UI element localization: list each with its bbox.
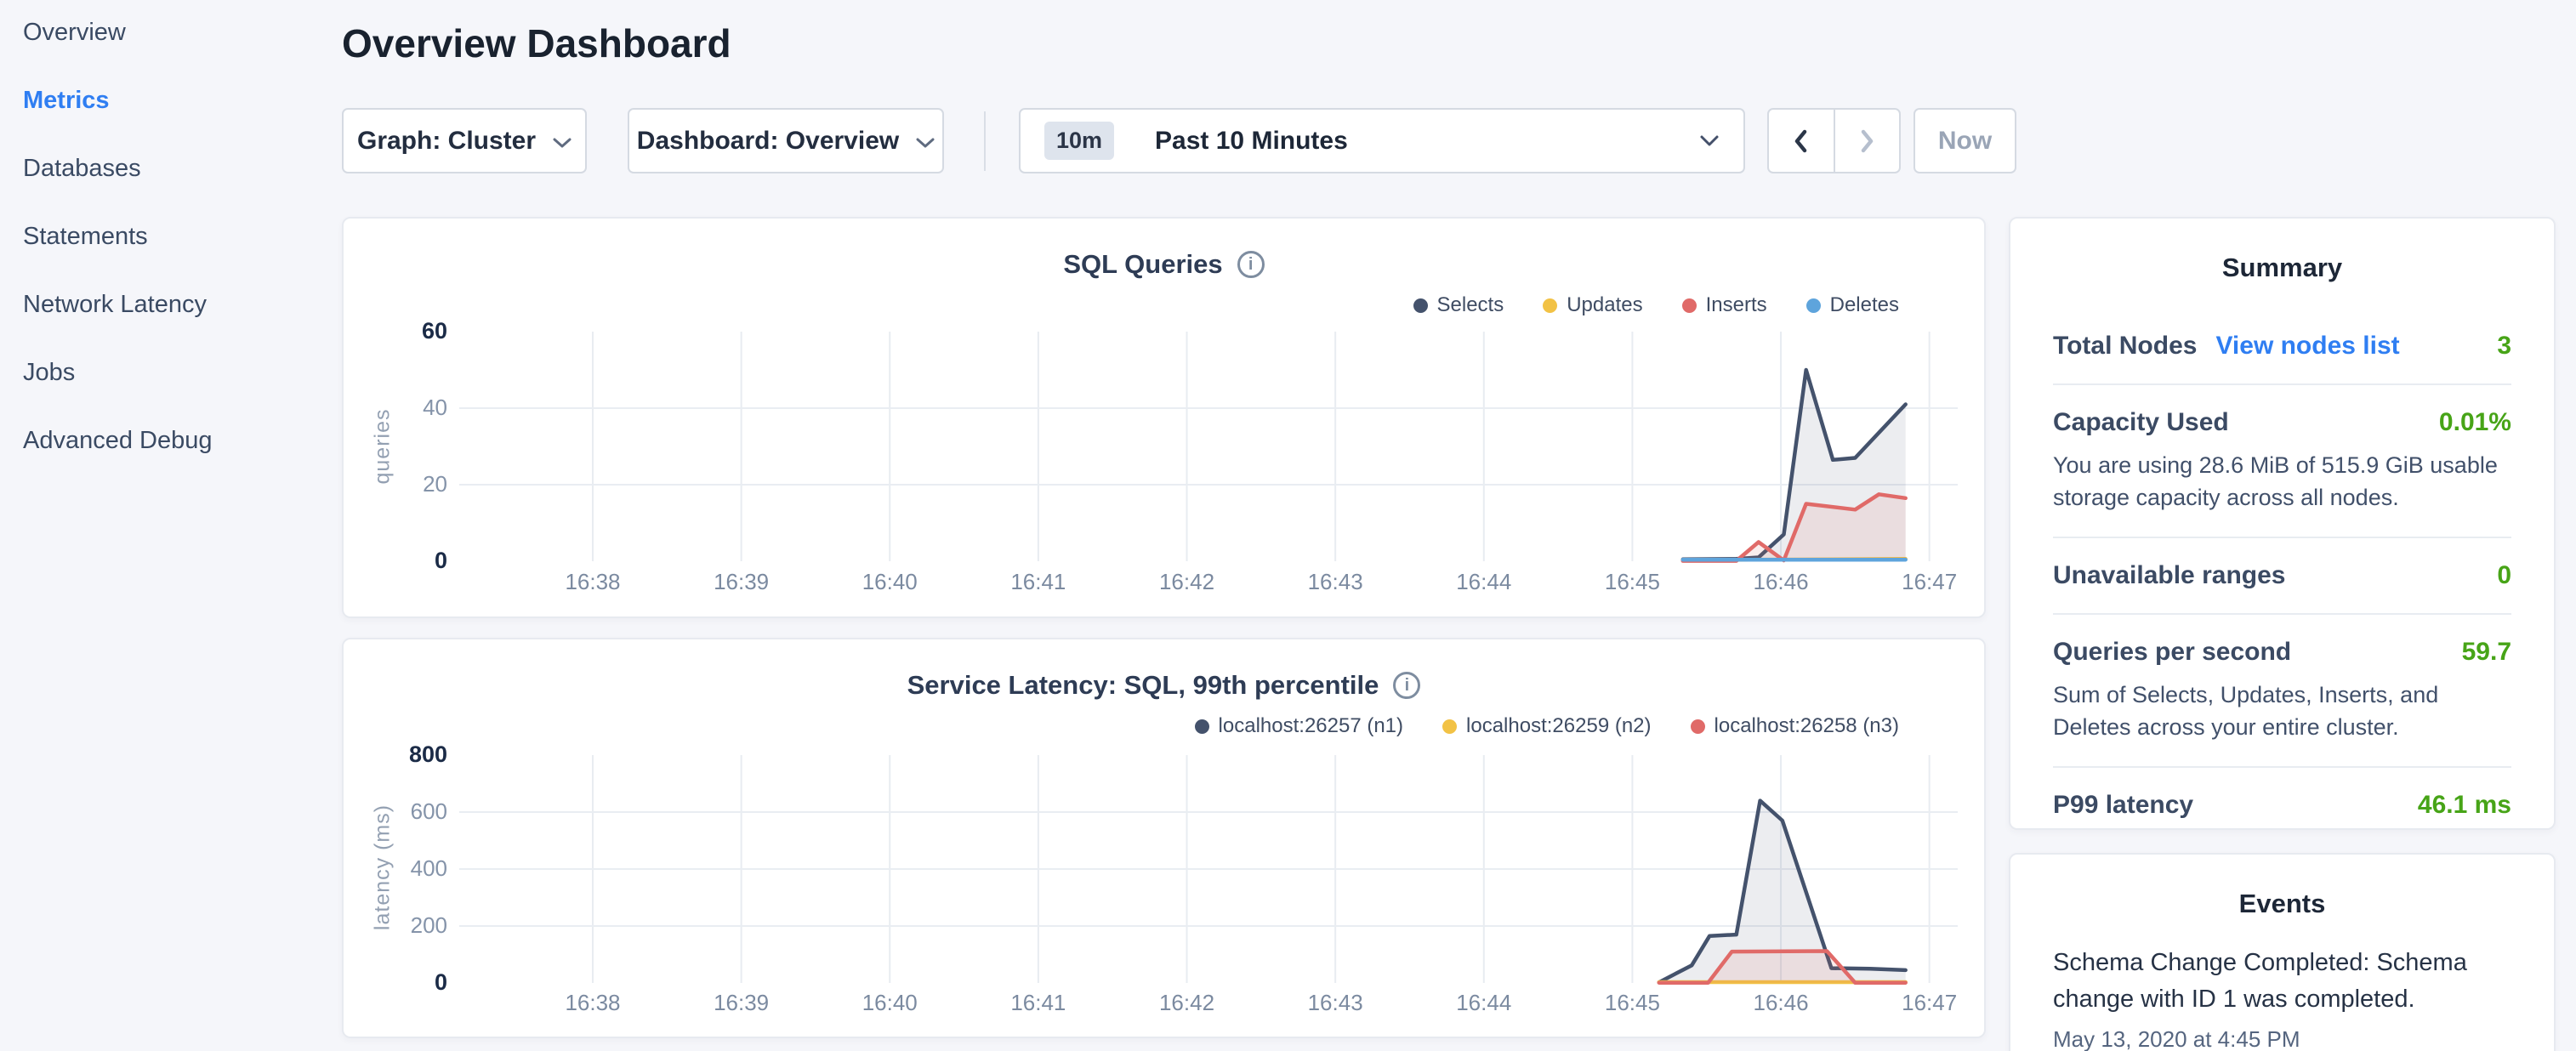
sidebar-item-jobs[interactable]: Jobs (0, 358, 342, 426)
summary-panel: Summary Total Nodes View nodes list 3 Capac… (2009, 217, 2556, 830)
summary-row: Unavailable ranges 0 (2053, 538, 2511, 615)
time-range-badge: 10m (1044, 122, 1114, 160)
x-axis-tick: 16:38 (533, 990, 652, 1016)
event-message: Schema Change Completed: Schema change w… (2053, 945, 2511, 1018)
summary-row-value: 46.1 ms (2418, 791, 2511, 820)
summary-row: P99 latency 46.1 ms (2053, 768, 2511, 843)
now-button-label: Now (1938, 127, 1992, 156)
x-axis-tick: 16:45 (1572, 569, 1692, 595)
x-axis-tick: 16:41 (979, 569, 1098, 595)
events-title: Events (2010, 855, 2554, 919)
y-axis-tick: 60 (352, 318, 447, 344)
admin-ui-page: OverviewMetricsDatabasesStatementsNetwor… (0, 0, 2576, 1051)
chevron-right-icon (1857, 128, 1876, 154)
summary-row-label: P99 latency (2053, 791, 2193, 820)
y-axis-tick: 800 (352, 741, 447, 768)
x-axis-tick: 16:43 (1276, 990, 1395, 1016)
summary-row-label: Capacity Used (2053, 408, 2229, 437)
summary-row: Capacity Used 0.01% You are using 28.6 MiB… (2053, 385, 2511, 538)
chevron-down-icon (1699, 134, 1720, 148)
sql-queries-chart-card: SQL QueriesiSelectsUpdatesInsertsDeletes… (342, 217, 1986, 618)
service-latency-chart-card: Service Latency: SQL, 99th percentileilo… (342, 638, 1986, 1038)
next-timespan-button[interactable] (1835, 110, 1900, 172)
x-axis-tick: 16:39 (682, 569, 801, 595)
summary-row-label: Total Nodes (2053, 332, 2197, 361)
events-panel: Events Schema Change Completed: Schema c… (2009, 853, 2556, 1051)
summary-row-subtext: Sum of Selects, Updates, Inserts, and De… (2053, 679, 2511, 743)
x-axis-tick: 16:39 (682, 990, 801, 1016)
toolbar-divider (984, 111, 986, 171)
summary-row-value: 0.01% (2439, 408, 2511, 437)
graph-dropdown-label: Graph: Cluster (357, 127, 536, 156)
sidebar-item-network-latency[interactable]: Network Latency (0, 290, 342, 358)
dashboard-dropdown-label: Dashboard: Overview (637, 127, 899, 156)
x-axis-tick: 16:42 (1128, 990, 1247, 1016)
x-axis-tick: 16:38 (533, 569, 652, 595)
sidebar-item-overview[interactable]: Overview (0, 18, 342, 86)
y-axis-tick: 600 (352, 798, 447, 825)
summary-row: Queries per second 59.7 Sum of Selects, Up… (2053, 615, 2511, 768)
chevron-down-icon (916, 127, 935, 156)
chevron-left-icon (1792, 128, 1811, 154)
time-range-label: Past 10 Minutes (1155, 127, 1348, 156)
x-axis-tick: 16:40 (830, 569, 949, 595)
x-axis-tick: 16:46 (1721, 569, 1840, 595)
sidebar: OverviewMetricsDatabasesStatementsNetwor… (0, 18, 342, 494)
y-axis-tick: 200 (352, 912, 447, 939)
x-axis-tick: 16:47 (1870, 990, 1989, 1016)
x-axis-tick: 16:42 (1128, 569, 1247, 595)
x-axis-tick: 16:44 (1424, 569, 1544, 595)
prev-timespan-button[interactable] (1769, 110, 1835, 172)
y-axis-tick: 0 (352, 969, 447, 996)
summary-row-value: 59.7 (2462, 638, 2511, 667)
summary-row: Total Nodes View nodes list 3 (2053, 309, 2511, 385)
x-axis-tick: 16:41 (979, 990, 1098, 1016)
x-axis-tick: 16:44 (1424, 990, 1544, 1016)
y-axis-label: latency (ms) (371, 804, 395, 930)
event-timestamp: May 13, 2020 at 4:45 PM (2053, 1026, 2511, 1051)
summary-row-value: 0 (2497, 561, 2511, 590)
chart-plot-area (344, 639, 1987, 1041)
summary-row-label: Queries per second (2053, 638, 2291, 667)
view-nodes-list-link[interactable]: View nodes list (2215, 332, 2399, 361)
sidebar-item-metrics[interactable]: Metrics (0, 86, 342, 154)
x-axis-tick: 16:43 (1276, 569, 1395, 595)
x-axis-tick: 16:47 (1870, 569, 1989, 595)
dashboard-dropdown[interactable]: Dashboard: Overview (628, 108, 944, 173)
chevron-down-icon (553, 127, 571, 156)
page-title: Overview Dashboard (342, 20, 731, 66)
sidebar-item-advanced-debug[interactable]: Advanced Debug (0, 426, 342, 494)
time-step-buttons (1767, 108, 1901, 173)
x-axis-tick: 16:40 (830, 990, 949, 1016)
graph-dropdown[interactable]: Graph: Cluster (342, 108, 587, 173)
sidebar-item-statements[interactable]: Statements (0, 222, 342, 290)
y-axis-tick: 40 (352, 395, 447, 421)
y-axis-tick: 0 (352, 548, 447, 574)
y-axis-tick: 400 (352, 855, 447, 882)
y-axis-label: queries (371, 409, 395, 485)
now-button[interactable]: Now (1914, 108, 2016, 173)
sidebar-item-databases[interactable]: Databases (0, 154, 342, 222)
y-axis-tick: 20 (352, 471, 447, 497)
x-axis-tick: 16:45 (1572, 990, 1692, 1016)
time-range-select[interactable]: 10m Past 10 Minutes (1019, 108, 1745, 173)
summary-title: Summary (2010, 219, 2554, 283)
summary-row-subtext: You are using 28.6 MiB of 515.9 GiB usab… (2053, 449, 2511, 514)
summary-row-label: Unavailable ranges (2053, 561, 2285, 590)
chart-plot-area (344, 219, 1987, 620)
x-axis-tick: 16:46 (1721, 990, 1840, 1016)
summary-row-value: 3 (2497, 332, 2511, 361)
